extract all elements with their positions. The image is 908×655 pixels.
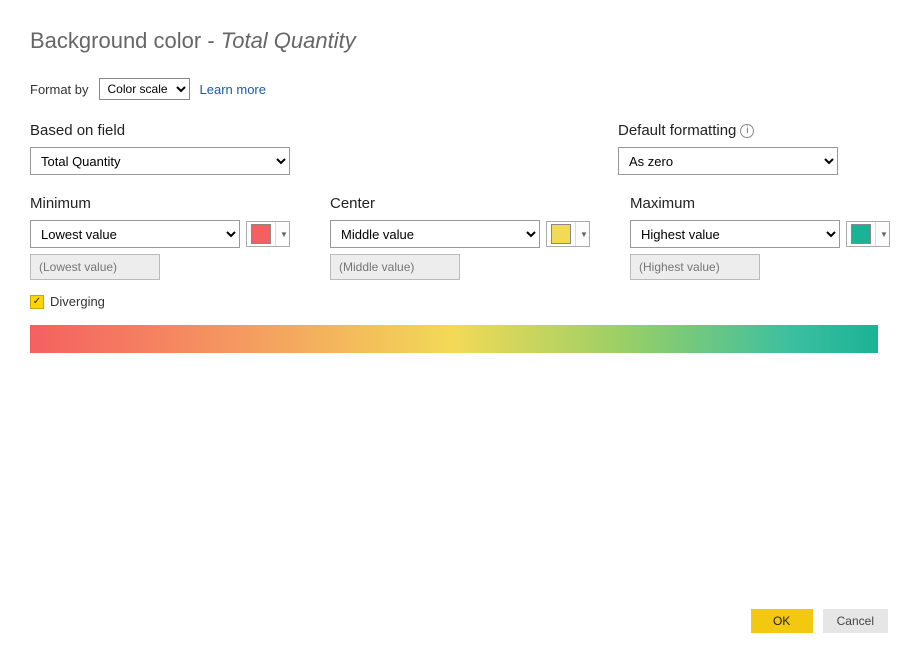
default-formatting-group: Default formatting i As zero [618, 122, 878, 175]
center-select[interactable]: Middle value [330, 220, 540, 248]
minimum-group: Minimum Lowest value ▼ [30, 195, 330, 280]
chevron-down-icon: ▼ [875, 222, 889, 246]
maximum-select[interactable]: Highest value [630, 220, 840, 248]
format-by-row: Format by Color scale Learn more [30, 78, 878, 100]
diverging-label: Diverging [50, 294, 105, 309]
format-by-label: Format by [30, 82, 89, 97]
learn-more-link[interactable]: Learn more [200, 82, 266, 97]
center-color-picker[interactable]: ▼ [546, 221, 590, 247]
chevron-down-icon: ▼ [575, 222, 589, 246]
center-value-input[interactable] [330, 254, 460, 280]
minimum-value-input[interactable] [30, 254, 160, 280]
minimum-label: Minimum [30, 195, 330, 212]
cancel-button[interactable]: Cancel [823, 609, 888, 633]
format-by-select[interactable]: Color scale [99, 78, 190, 100]
default-formatting-select[interactable]: As zero [618, 147, 838, 175]
center-color-swatch [551, 224, 571, 244]
dialog-panel: Background color - Total Quantity Format… [0, 0, 908, 655]
title-prefix: Background color [30, 28, 201, 53]
maximum-label: Maximum [630, 195, 908, 212]
info-icon[interactable]: i [740, 124, 754, 138]
maximum-color-swatch [851, 224, 871, 244]
dialog-title: Background color - Total Quantity [30, 28, 878, 54]
minimum-select[interactable]: Lowest value [30, 220, 240, 248]
maximum-group: Maximum Highest value ▼ [630, 195, 908, 280]
default-formatting-label: Default formatting i [618, 122, 878, 139]
ok-button[interactable]: OK [751, 609, 813, 633]
center-group: Center Middle value ▼ [330, 195, 630, 280]
dialog-footer: OK Cancel [751, 609, 888, 633]
chevron-down-icon: ▼ [275, 222, 289, 246]
minimum-color-swatch [251, 224, 271, 244]
diverging-checkbox[interactable]: ✓ Diverging [30, 294, 878, 309]
maximum-value-input[interactable] [630, 254, 760, 280]
based-on-field-group: Based on field Total Quantity [30, 122, 330, 175]
color-gradient-preview [30, 325, 878, 353]
maximum-color-picker[interactable]: ▼ [846, 221, 890, 247]
center-label: Center [330, 195, 630, 212]
based-on-field-select[interactable]: Total Quantity [30, 147, 290, 175]
minimum-color-picker[interactable]: ▼ [246, 221, 290, 247]
title-context: Total Quantity [221, 28, 356, 53]
check-icon: ✓ [30, 295, 44, 309]
based-on-field-label: Based on field [30, 122, 330, 139]
